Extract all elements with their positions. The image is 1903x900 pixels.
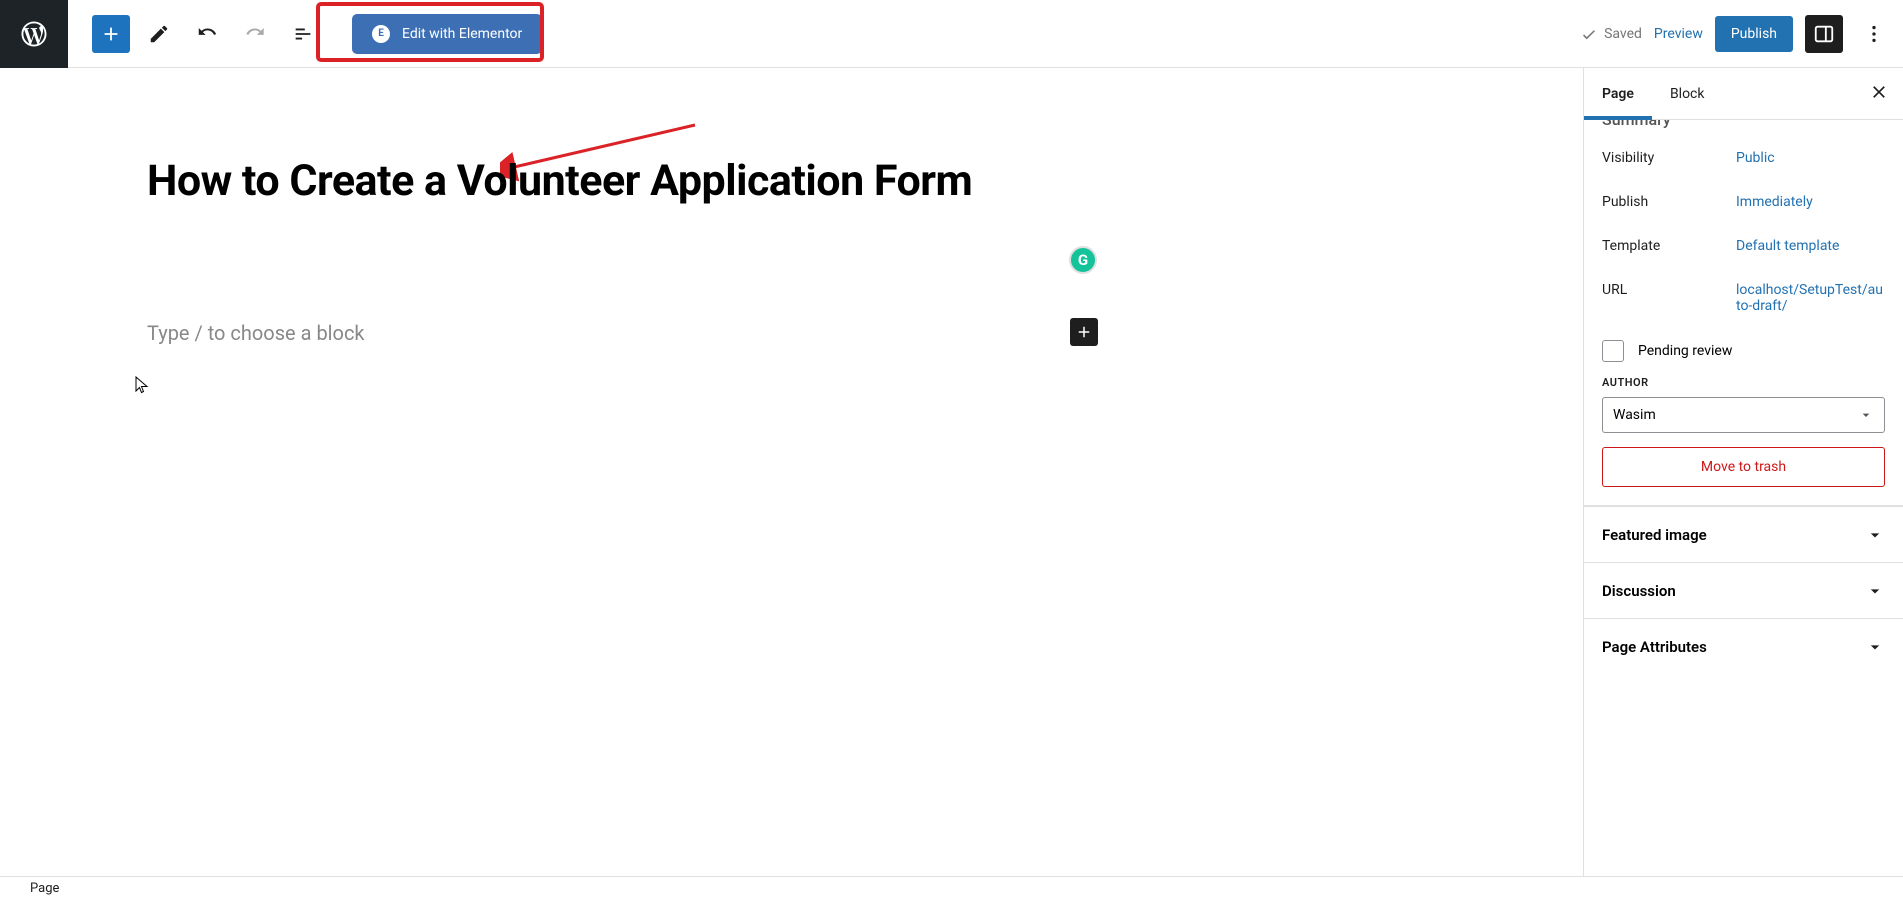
add-block-button[interactable] [92, 15, 130, 53]
publish-label: Publish [1602, 194, 1736, 210]
grammarly-badge[interactable]: G [1069, 246, 1097, 274]
settings-sidebar: Page Block Summary Visibility Public Pub… [1583, 68, 1903, 876]
publish-value[interactable]: Immediately [1736, 194, 1885, 210]
edit-with-elementor-button[interactable]: E Edit with Elementor [352, 14, 542, 54]
url-label: URL [1602, 282, 1736, 314]
plus-icon [100, 23, 122, 45]
visibility-value[interactable]: Public [1736, 150, 1885, 166]
chevron-down-icon [1865, 581, 1885, 601]
tools-button[interactable] [140, 15, 178, 53]
author-select[interactable]: Wasim [1602, 397, 1885, 433]
tab-page[interactable]: Page [1584, 68, 1652, 119]
add-block-inline-button[interactable] [1070, 318, 1098, 346]
pending-review-checkbox[interactable] [1602, 340, 1624, 362]
more-options-button[interactable] [1855, 15, 1893, 53]
plus-icon [1075, 323, 1093, 341]
move-to-trash-button[interactable]: Move to trash [1602, 447, 1885, 487]
undo-icon [196, 23, 218, 45]
toolbar-left-group: E Edit with Elementor [68, 14, 542, 54]
list-icon [292, 23, 314, 45]
template-label: Template [1602, 238, 1736, 254]
chevron-down-icon [1858, 407, 1874, 423]
pending-review-label: Pending review [1638, 343, 1732, 359]
toolbar-right-group: Saved Preview Publish [1580, 0, 1903, 68]
dots-vertical-icon [1863, 23, 1885, 45]
page-attributes-label: Page Attributes [1602, 638, 1707, 656]
chevron-down-icon [1865, 525, 1885, 545]
check-icon [1580, 25, 1598, 43]
close-icon [1869, 82, 1889, 102]
block-placeholder-text[interactable]: Type / to choose a block [147, 321, 365, 345]
pencil-icon [148, 23, 170, 45]
undo-button[interactable] [188, 15, 226, 53]
featured-image-panel[interactable]: Featured image [1584, 506, 1903, 562]
url-value[interactable]: localhost/SetupTest/auto-draft/ [1736, 282, 1885, 314]
settings-sidebar-toggle[interactable] [1805, 15, 1843, 53]
tab-block[interactable]: Block [1652, 68, 1723, 119]
template-value[interactable]: Default template [1736, 238, 1885, 254]
sidebar-tabs: Page Block [1584, 68, 1903, 120]
page-title-input[interactable]: How to Create a Volunteer Application Fo… [147, 156, 972, 206]
redo-button[interactable] [236, 15, 274, 53]
elementor-label: Edit with Elementor [402, 26, 522, 42]
saved-indicator: Saved [1580, 25, 1642, 43]
mouse-cursor-icon [135, 376, 149, 394]
elementor-icon: E [372, 25, 390, 43]
author-section-label: AUTHOR [1602, 376, 1885, 397]
discussion-label: Discussion [1602, 582, 1676, 600]
author-selected-value: Wasim [1613, 407, 1656, 423]
document-overview-button[interactable] [284, 15, 322, 53]
top-toolbar: E Edit with Elementor Saved Preview Publ… [0, 0, 1903, 68]
preview-link[interactable]: Preview [1654, 26, 1703, 42]
wordpress-icon [19, 19, 49, 49]
summary-panel-header[interactable]: Summary [1602, 120, 1885, 136]
footer-breadcrumb[interactable]: Page [30, 881, 59, 896]
chevron-down-icon [1865, 637, 1885, 657]
wordpress-logo[interactable] [0, 0, 68, 68]
page-attributes-panel[interactable]: Page Attributes [1584, 618, 1903, 674]
editor-footer: Page [0, 876, 1903, 900]
publish-button[interactable]: Publish [1715, 16, 1793, 52]
close-sidebar-button[interactable] [1869, 82, 1889, 106]
visibility-label: Visibility [1602, 150, 1736, 166]
editor-canvas[interactable]: How to Create a Volunteer Application Fo… [0, 68, 1583, 876]
redo-icon [244, 23, 266, 45]
saved-label: Saved [1604, 26, 1642, 42]
discussion-panel[interactable]: Discussion [1584, 562, 1903, 618]
featured-image-label: Featured image [1602, 526, 1707, 544]
sidebar-icon [1813, 23, 1835, 45]
